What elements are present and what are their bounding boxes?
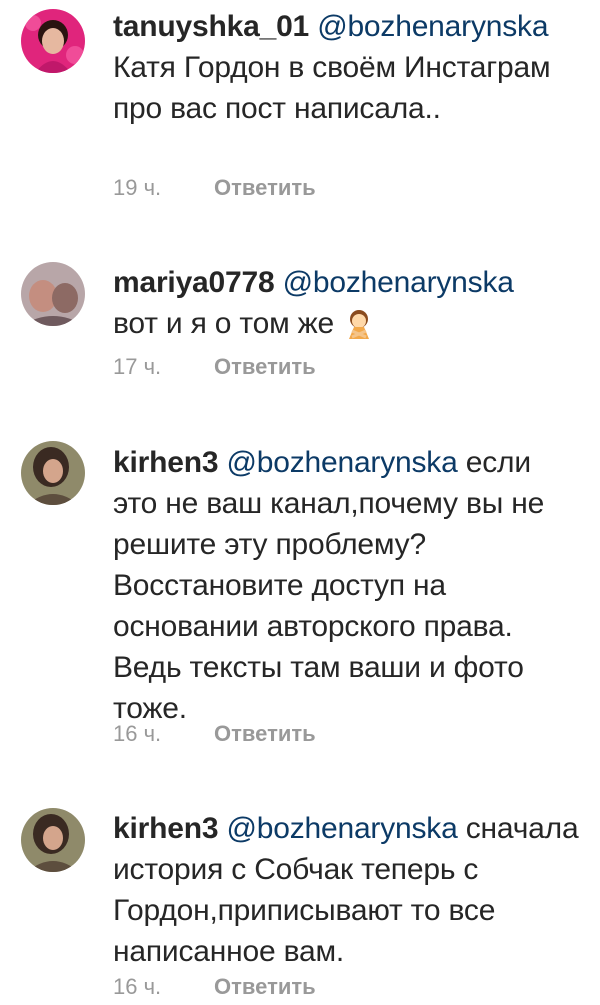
comment-body: mariya0778 @bozhenarynska вот и я о том …: [113, 262, 583, 350]
avatar[interactable]: [21, 808, 85, 872]
avatar[interactable]: [21, 262, 85, 326]
reply-button[interactable]: Ответить: [214, 175, 316, 200]
comments-screen: { "comments": [ { "username": "tanuyshka…: [0, 0, 600, 1005]
comment-time: 16 ч.: [113, 974, 162, 999]
avatar[interactable]: [21, 441, 85, 505]
comment-meta: 16 ч. Ответить: [113, 974, 316, 1000]
comment-time: 16 ч.: [113, 721, 162, 746]
woman-gesturing-no-emoji: [346, 309, 372, 350]
comment-mention[interactable]: @bozhenarynska: [317, 10, 548, 43]
comment-text: если это не ваш канал,почему вы не решит…: [113, 446, 545, 725]
comment-meta: 16 ч. Ответить: [113, 721, 316, 747]
comment-text: вот и я о том же: [113, 307, 334, 340]
comment-body: tanuyshka_01 @bozhenarynska Катя Гордон …: [113, 6, 583, 129]
comment-username[interactable]: mariya0778: [113, 266, 275, 299]
comment-username[interactable]: kirhen3: [113, 446, 219, 479]
comment-text: Катя Гордон в своём Инстаграм про вас по…: [113, 51, 551, 125]
comment-meta: 19 ч. Ответить: [113, 175, 316, 201]
comment-mention[interactable]: @bozhenarynska: [226, 446, 457, 479]
comment-meta: 17 ч. Ответить: [113, 354, 316, 380]
reply-button[interactable]: Ответить: [214, 974, 316, 999]
comment-mention[interactable]: @bozhenarynska: [226, 812, 457, 845]
comment-username[interactable]: kirhen3: [113, 812, 219, 845]
comment-body: kirhen3 @bozhenarynska сначала история с…: [113, 808, 583, 972]
avatar[interactable]: [21, 9, 85, 73]
comment-mention[interactable]: @bozhenarynska: [283, 266, 514, 299]
comment-username[interactable]: tanuyshka_01: [113, 10, 309, 43]
comment-time: 19 ч.: [113, 175, 162, 200]
reply-button[interactable]: Ответить: [214, 721, 316, 746]
reply-button[interactable]: Ответить: [214, 354, 316, 379]
comment-time: 17 ч.: [113, 354, 162, 379]
comment-body: kirhen3 @bozhenarynska если это не ваш к…: [113, 442, 583, 729]
